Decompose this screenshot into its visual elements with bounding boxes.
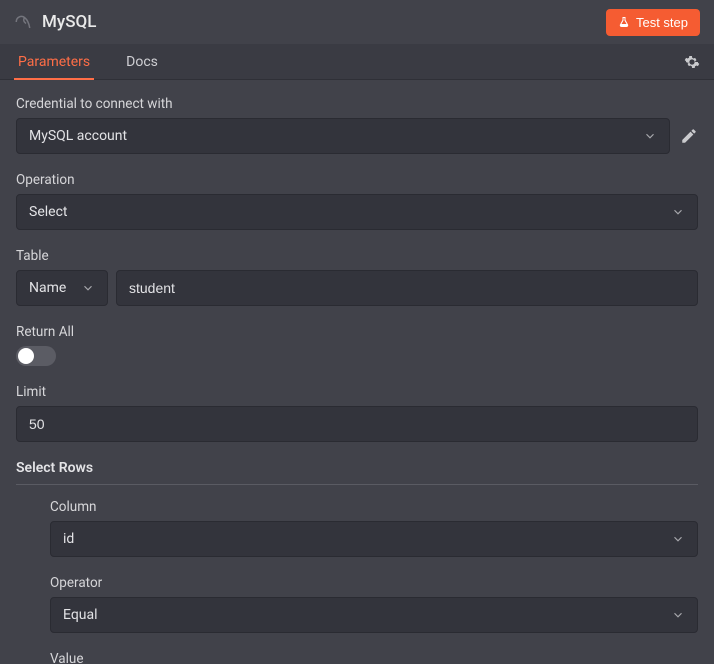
table-field: Table Name — [16, 248, 698, 306]
limit-label: Limit — [16, 384, 698, 400]
parameters-panel: Credential to connect with MySQL account… — [0, 80, 714, 664]
chevron-down-icon — [671, 608, 685, 622]
tab-bar: Parameters Docs — [0, 44, 714, 80]
toggle-knob — [18, 348, 34, 364]
flask-icon — [618, 16, 630, 28]
gear-icon[interactable] — [684, 54, 700, 70]
credential-label: Credential to connect with — [16, 96, 698, 112]
chevron-down-icon — [81, 281, 95, 295]
table-name-input[interactable] — [129, 271, 685, 305]
column-field: Column id — [50, 499, 698, 557]
select-rows-heading: Select Rows — [16, 460, 698, 485]
chevron-down-icon — [671, 532, 685, 546]
tab-docs[interactable]: Docs — [122, 44, 162, 80]
return-all-toggle[interactable] — [16, 346, 56, 366]
table-name-input-wrap — [116, 270, 698, 306]
column-value: id — [63, 531, 74, 547]
edit-credential-icon[interactable] — [680, 127, 698, 145]
limit-input[interactable] — [29, 407, 685, 441]
tab-parameters[interactable]: Parameters — [14, 44, 94, 80]
operation-label: Operation — [16, 172, 698, 188]
test-step-label: Test step — [636, 15, 688, 30]
operation-value: Select — [29, 204, 67, 220]
credential-value: MySQL account — [29, 128, 127, 144]
operation-field: Operation Select — [16, 172, 698, 230]
operator-value: Equal — [63, 607, 98, 623]
limit-input-wrap — [16, 406, 698, 442]
test-step-button[interactable]: Test step — [606, 9, 700, 36]
return-all-field: Return All — [16, 324, 698, 366]
header-bar: MySQL Test step — [0, 0, 714, 44]
operation-select[interactable]: Select — [16, 194, 698, 230]
chevron-down-icon — [671, 205, 685, 219]
column-select[interactable]: id — [50, 521, 698, 557]
credential-select[interactable]: MySQL account — [16, 118, 670, 154]
operator-field: Operator Equal — [50, 575, 698, 633]
credential-field: Credential to connect with MySQL account — [16, 96, 698, 154]
value-label: Value — [50, 651, 698, 664]
value-field: Value fx {{ $json.query.id.toInt() }} 1 — [50, 651, 698, 664]
table-mode-value: Name — [29, 280, 66, 296]
table-label: Table — [16, 248, 698, 264]
limit-field: Limit — [16, 384, 698, 442]
table-mode-select[interactable]: Name — [16, 270, 108, 306]
page-title: MySQL — [42, 12, 606, 32]
select-rows-section: Column id Operator Equal Value fx {{ $js… — [16, 499, 698, 664]
mysql-node-icon — [14, 13, 32, 31]
operator-label: Operator — [50, 575, 698, 591]
chevron-down-icon — [643, 129, 657, 143]
return-all-label: Return All — [16, 324, 698, 340]
operator-select[interactable]: Equal — [50, 597, 698, 633]
column-label: Column — [50, 499, 698, 515]
